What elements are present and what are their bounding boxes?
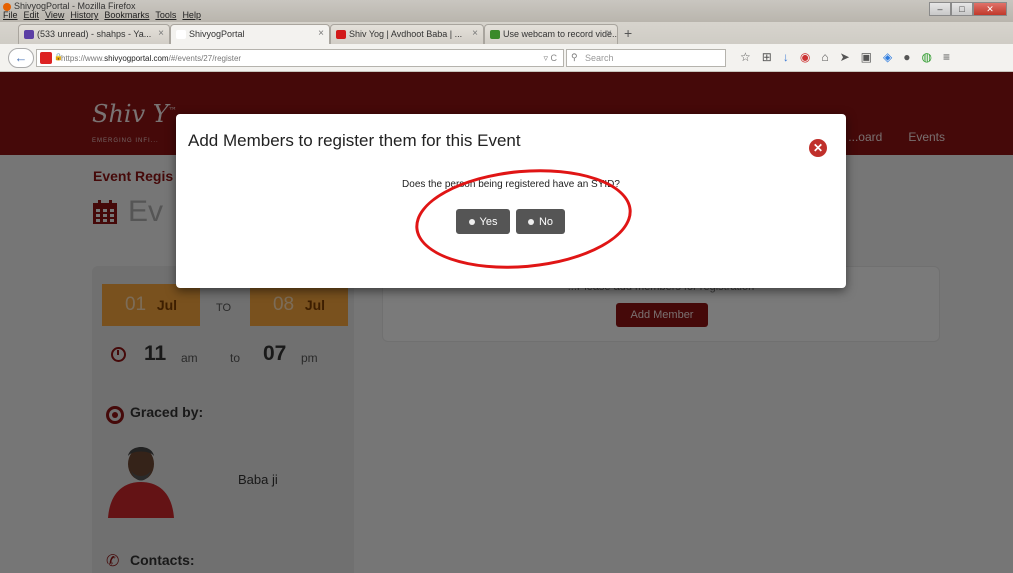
dropbox-icon[interactable]: ◈ (883, 50, 892, 64)
youtube-icon (336, 30, 346, 39)
modal-title: Add Members to register them for this Ev… (188, 131, 521, 150)
menu-file[interactable]: File (3, 10, 18, 22)
lock-icon: 🔒 (54, 54, 63, 61)
url-prefix: https://www. (61, 54, 105, 63)
menu-view[interactable]: View (45, 10, 64, 22)
maximize-button[interactable]: □ (951, 2, 973, 16)
url-path: /#/events/27/register (168, 54, 242, 63)
window-controls: – □ ✕ (929, 2, 1007, 16)
chat-icon[interactable]: ● (903, 50, 910, 64)
tab-close-icon[interactable]: × (318, 28, 324, 39)
download-icon[interactable]: ↓ (783, 50, 789, 64)
tab-yahoo-mail[interactable]: (533 unread) - shahps - Ya... × (18, 24, 170, 44)
close-icon[interactable]: ✕ (809, 139, 827, 157)
webcam-icon (490, 30, 500, 39)
extension-icon[interactable]: ◉ (800, 50, 810, 64)
search-input[interactable]: ⚲ Search (566, 49, 726, 67)
tab-close-icon[interactable]: × (472, 28, 478, 39)
new-tab-button[interactable]: + (624, 25, 632, 41)
page-icon (176, 30, 186, 39)
tab-shivyog-youtube[interactable]: Shiv Yog | Avdhoot Baba | ... × (330, 24, 484, 44)
home-icon[interactable]: ⌂ (821, 50, 828, 64)
tab-label: Shiv Yog | Avdhoot Baba | ... (349, 29, 463, 39)
search-icon: ⚲ (571, 52, 578, 62)
menu-help[interactable]: Help (182, 10, 201, 22)
menu-bookmarks[interactable]: Bookmarks (104, 10, 149, 22)
menu-bar: File Edit View History Bookmarks Tools H… (0, 10, 201, 22)
send-icon[interactable]: ➤ (840, 50, 850, 64)
menu-history[interactable]: History (70, 10, 98, 22)
reload-icon[interactable]: ▿ C (543, 53, 557, 64)
star-icon[interactable]: ☆ (740, 50, 751, 64)
url-bar[interactable]: 🔒 https://www.shivyogportal.com/#/events… (36, 49, 564, 67)
tab-close-icon[interactable]: × (158, 28, 164, 39)
addon-icon[interactable]: ◍ (921, 50, 931, 64)
tab-label: ShivyogPortal (189, 29, 245, 39)
menu-tools[interactable]: Tools (155, 10, 176, 22)
window-close-button[interactable]: ✕ (973, 2, 1007, 16)
reading-list-icon[interactable]: ⊞ (762, 50, 772, 64)
site-identity-icon[interactable] (40, 52, 52, 64)
tab-webcam-record[interactable]: Use webcam to record vide... × (484, 24, 618, 44)
menu-icon[interactable]: ≡ (943, 50, 950, 64)
url-host: shivyogportal.com (104, 54, 169, 63)
tab-label: (533 unread) - shahps - Ya... (37, 29, 152, 39)
tab-shivyogportal[interactable]: ShivyogPortal × (170, 24, 330, 44)
search-placeholder: Search (585, 53, 614, 63)
navigation-bar: ← 🔒 https://www.shivyogportal.com/#/even… (0, 44, 1013, 72)
back-button[interactable]: ← (8, 48, 34, 68)
menu-edit[interactable]: Edit (24, 10, 40, 22)
tab-label: Use webcam to record vide... (503, 29, 618, 39)
youtube-icon[interactable]: ▣ (861, 50, 872, 64)
minimize-button[interactable]: – (929, 2, 951, 16)
tab-close-icon[interactable]: × (606, 28, 612, 39)
mail-icon (24, 30, 34, 39)
tab-strip: (533 unread) - shahps - Ya... × ShivyogP… (0, 22, 1013, 44)
toolbar-icons: ☆ ⊞ ↓ ◉ ⌂ ➤ ▣ ◈ ● ◍ ≡ (740, 50, 950, 64)
